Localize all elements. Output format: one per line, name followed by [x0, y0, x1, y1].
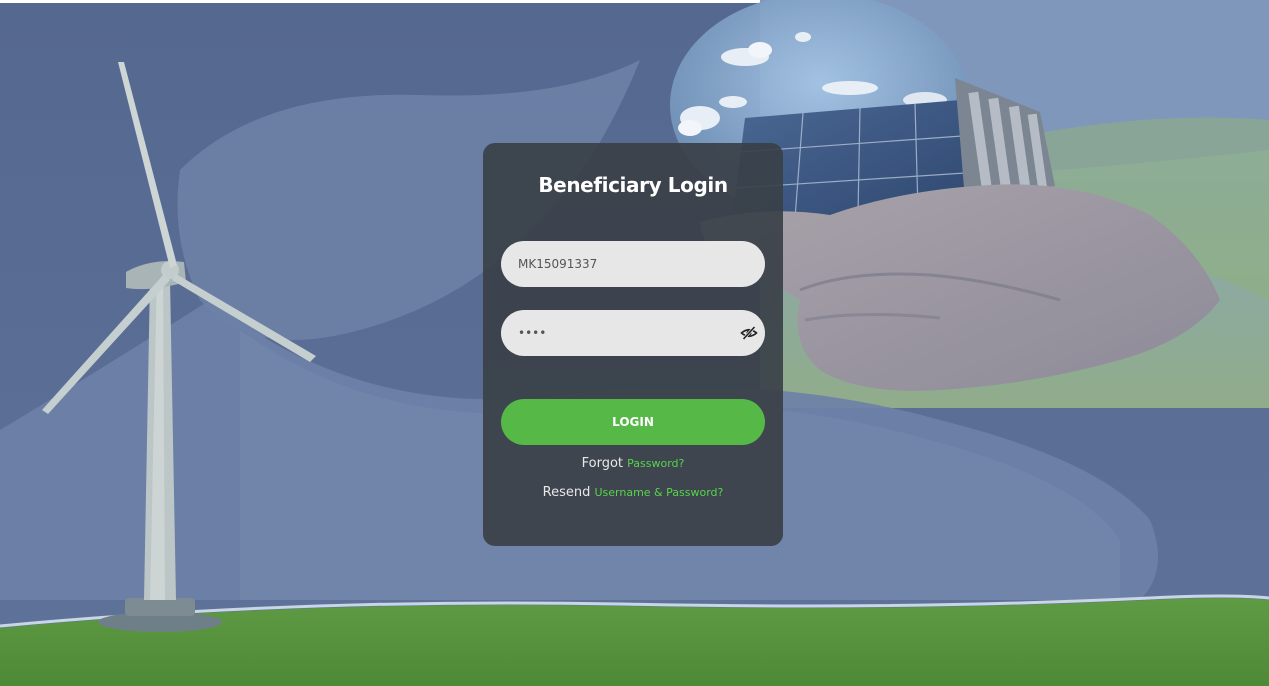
resend-credentials-link[interactable]: Username & Password? [594, 486, 723, 499]
resend-credentials-row: Resend Username & Password? [483, 485, 783, 500]
login-page: Beneficiary Login LOGIN Forgot Password?… [0, 0, 1269, 686]
username-input[interactable] [501, 241, 765, 287]
resend-prefix: Resend [542, 485, 591, 500]
username-field[interactable] [501, 241, 765, 287]
password-field[interactable] [501, 310, 765, 356]
forgot-password-row: Forgot Password? [483, 456, 783, 471]
login-button[interactable]: LOGIN [501, 399, 765, 445]
forgot-password-link[interactable]: Password? [627, 457, 684, 470]
login-card: Beneficiary Login LOGIN Forgot Password?… [483, 143, 783, 546]
eye-slash-icon[interactable] [740, 324, 758, 342]
forgot-prefix: Forgot [581, 456, 624, 471]
password-input[interactable] [501, 310, 765, 356]
login-title: Beneficiary Login [538, 173, 728, 197]
